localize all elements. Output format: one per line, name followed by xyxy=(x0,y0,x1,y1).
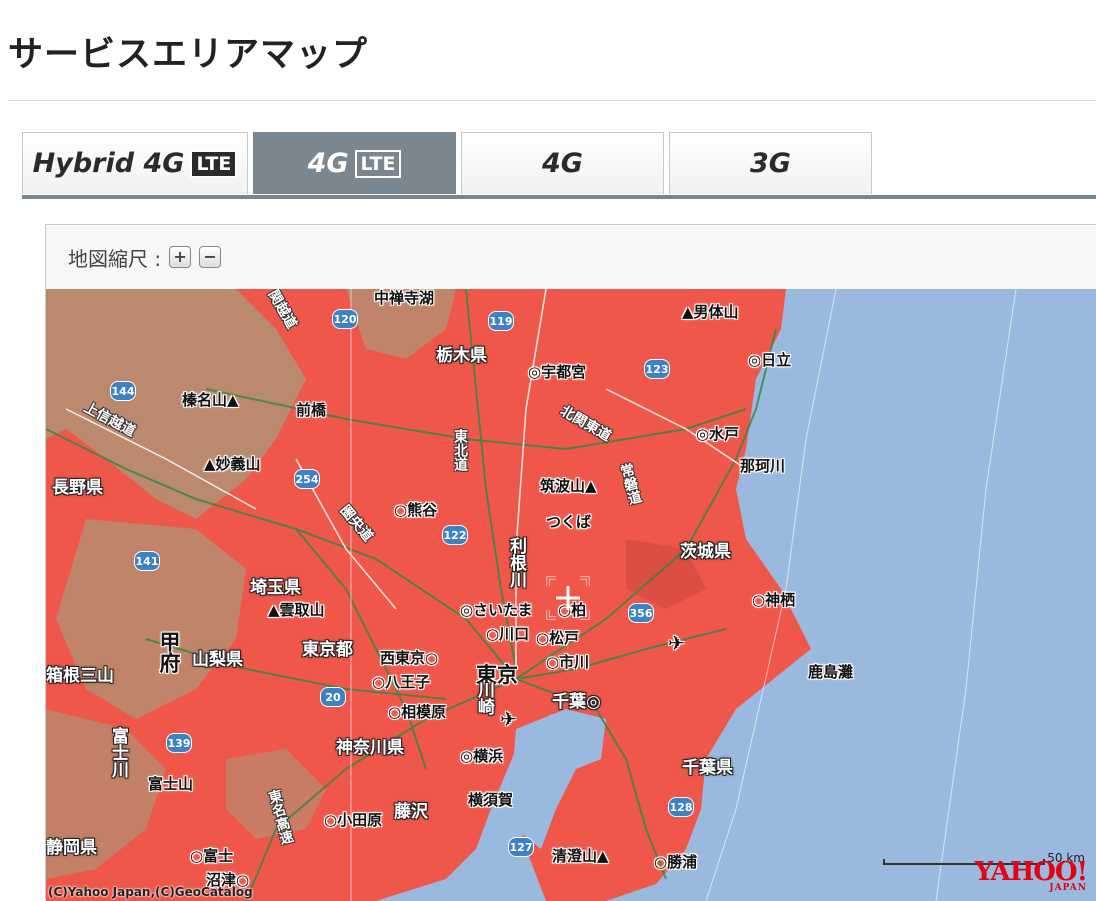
route-shield: 356 xyxy=(628,603,654,623)
label-tohoku: 東北道 xyxy=(452,429,468,471)
label-yokohama: ◎横浜 xyxy=(460,747,504,765)
page-title: サービスエリアマップ xyxy=(8,35,369,75)
lte-badge: LTE xyxy=(354,149,402,178)
label-fujisan: 富士山 xyxy=(148,775,194,793)
label-mito: ◎水戸 xyxy=(696,425,740,443)
label-kawasaki: 川崎 xyxy=(474,681,494,715)
label-shizuoka: 静岡県 xyxy=(46,838,97,858)
label-utsunomiya: ◎宇都宮 xyxy=(528,363,587,381)
label-ibaraki: 茨城県 xyxy=(680,542,731,562)
label-kiyosumi: 清澄山▲ xyxy=(552,847,609,865)
label-katsuura: ○勝浦 xyxy=(654,853,698,871)
label-tokyo-pref: 東京都 xyxy=(302,640,353,660)
label-kanagawa: 神奈川県 xyxy=(336,738,404,758)
route-shield: 20 xyxy=(320,687,346,707)
label-naka: 那珂川 xyxy=(740,457,786,475)
map-panel: 地図縮尺 : + − 中禅寺湖 栃木県 ◎宇都宮 ▲男体山 ◎日立 榛名山▲ 前… xyxy=(45,224,1096,901)
label-kumotori: ▲雲取山 xyxy=(268,601,325,619)
route-shield: 127 xyxy=(508,837,534,857)
label-chuzenji: 中禅寺湖 xyxy=(374,289,435,307)
label-odawara: ○小田原 xyxy=(324,811,383,829)
label-tochigi: 栃木県 xyxy=(436,346,487,366)
label-kashimanada: 鹿島灘 xyxy=(808,663,854,681)
label-matsudo: ○松戸 xyxy=(536,629,580,647)
label-hachioji: ○八王子 xyxy=(372,673,431,691)
label-hitachi: ◎日立 xyxy=(748,351,792,369)
label-ichikawa: ○市川 xyxy=(546,653,590,671)
route-shield: 119 xyxy=(488,311,514,331)
route-shield: 128 xyxy=(668,797,694,817)
zoom-label: 地図縮尺 : xyxy=(68,246,162,271)
label-kumagaya: ○熊谷 xyxy=(394,501,438,519)
route-shield: 123 xyxy=(644,359,670,379)
title-divider xyxy=(8,100,1096,101)
route-shield: 141 xyxy=(134,551,160,571)
route-shield: 254 xyxy=(294,469,320,489)
route-shield: 122 xyxy=(442,525,468,545)
label-chiba: 千葉◎ xyxy=(552,692,601,712)
tab-4g-lte[interactable]: 4G LTE xyxy=(253,132,456,194)
label-maebashi: 前橋 xyxy=(296,401,327,419)
label-saitama: ◎さいたま xyxy=(460,601,533,619)
label-haruna: 榛名山▲ xyxy=(182,391,239,409)
tab-label: Hybrid 4G xyxy=(32,148,185,179)
airport-icon: ✈ xyxy=(500,707,517,731)
route-shield: 139 xyxy=(166,733,192,753)
label-kamisu: ○神栖 xyxy=(752,591,796,609)
zoom-toolbar: 地図縮尺 : + − xyxy=(46,225,1096,290)
route-shield: 120 xyxy=(332,309,358,329)
tab-3g[interactable]: 3G xyxy=(669,132,872,194)
label-nantai: ▲男体山 xyxy=(682,303,739,321)
zoom-out-button[interactable]: − xyxy=(199,246,222,268)
label-yamanashi: 山梨県 xyxy=(192,650,243,670)
tab-label: 3G xyxy=(750,148,791,179)
yahoo-logo[interactable]: YAHOO! JAPAN xyxy=(975,859,1088,893)
label-nishitokyo: 西東京○ xyxy=(380,649,439,667)
tab-4g[interactable]: 4G xyxy=(461,132,664,194)
map-copyright: (C)Yahoo Japan,(C)GeoCatalog xyxy=(48,885,253,899)
zoom-in-button[interactable]: + xyxy=(169,246,192,268)
airport-icon: ✈ xyxy=(668,631,685,655)
route-shield: 144 xyxy=(110,381,136,401)
map-type-tabs: Hybrid 4G LTE 4G LTE 4G 3G xyxy=(22,132,1096,196)
label-tsukuba-san: 筑波山▲ xyxy=(540,477,597,495)
label-saitama-pref: 埼玉県 xyxy=(250,578,301,598)
tab-hybrid-4g-lte[interactable]: Hybrid 4G LTE xyxy=(22,132,248,194)
label-chiba-pref: 千葉県 xyxy=(682,758,733,778)
crosshair-icon xyxy=(546,576,590,620)
label-kofu: 甲府 xyxy=(157,631,181,673)
label-fuji: ○富士 xyxy=(190,847,234,865)
coverage-map[interactable]: 中禅寺湖 栃木県 ◎宇都宮 ▲男体山 ◎日立 榛名山▲ 前橋 ◎水戸 那珂川 ▲… xyxy=(46,289,1096,901)
label-myogi: ▲妙義山 xyxy=(204,455,261,473)
label-yokosuka: 横須賀 xyxy=(468,791,514,809)
label-fujikawa: 富士川 xyxy=(108,727,128,778)
label-tsukuba: つくば xyxy=(546,513,592,531)
lte-badge: LTE xyxy=(190,149,238,178)
tab-label: 4G xyxy=(542,148,583,179)
label-fujisawa: 藤沢 xyxy=(394,802,428,822)
label-kawaguchi: ○川口 xyxy=(486,625,530,643)
tab-label: 4G xyxy=(307,148,349,179)
tabs-underline xyxy=(22,195,1096,199)
label-sagamihara: ○相模原 xyxy=(388,703,447,721)
label-hakone: 箱根三山 xyxy=(46,666,114,686)
label-nagano: 長野県 xyxy=(52,478,103,498)
label-tone: 利根川 xyxy=(506,537,526,588)
